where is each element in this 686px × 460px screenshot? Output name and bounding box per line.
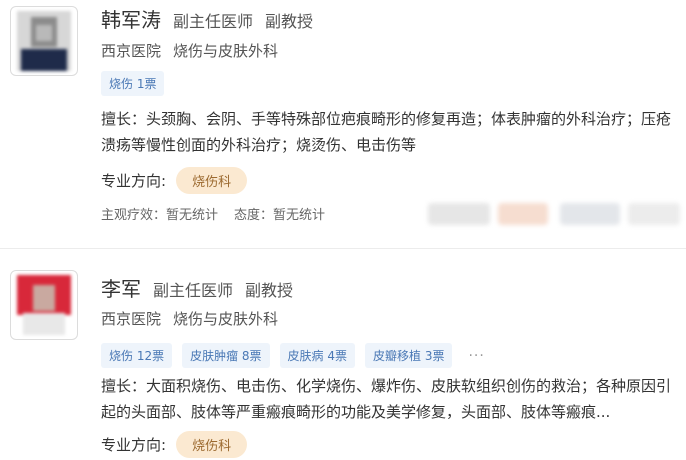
doctor-title: 副主任医师 (173, 12, 254, 31)
expertise-text: 擅长：大面积烧伤、电击伤、化学烧伤、爆炸伤、皮肤软组织创伤的救治；各种原因引起的… (101, 377, 672, 421)
avatar-photo (17, 11, 71, 71)
disease-tag[interactable]: 烧伤 1票 (101, 71, 165, 96)
doctor-card-2[interactable]: 李军 副主任医师 副教授 西京医院 烧伤与皮肤外科 烧伤 12票 皮肤肿瘤 8票 皮肤… (0, 250, 686, 460)
hospital-row: 西京医院 烧伤与皮肤外科 (101, 308, 278, 329)
vote-tags: 烧伤 1票 (101, 71, 165, 96)
disease-tag[interactable]: 皮肤肿瘤 8票 (182, 343, 270, 368)
rating-stats: 主观疗效：暂无统计 态度：暂无统计 (101, 204, 325, 223)
specialty-direction: 专业方向: 烧伤科 (101, 167, 248, 194)
doctor-card-1[interactable]: 韩军涛 副主任医师 副教授 西京医院 烧伤与皮肤外科 烧伤 1票 擅长：头颈胸、会阴、… (0, 0, 686, 236)
doctor-avatar[interactable] (10, 6, 78, 76)
doctor-rank: 副教授 (265, 12, 314, 31)
doctor-title: 副主任医师 (153, 281, 234, 300)
blurred-region-1 (428, 203, 490, 225)
disease-tag[interactable]: 烧伤 12票 (101, 343, 173, 368)
vote-tags: 烧伤 12票 皮肤肿瘤 8票 皮肤病 4票 皮瓣移植 3票 ··· (101, 343, 485, 368)
doctor-avatar[interactable] (10, 270, 78, 340)
doctor-name[interactable]: 李军 (101, 277, 141, 301)
doctor-name[interactable]: 韩军涛 (101, 8, 161, 32)
specialty-tag[interactable]: 烧伤科 (176, 431, 248, 458)
specialty-label: 专业方向: (101, 436, 167, 454)
attitude-stat: 态度：暂无统计 (234, 208, 326, 223)
more-tags-button[interactable]: ··· (468, 348, 484, 364)
doctor-name-row: 韩军涛 副主任医师 副教授 (101, 4, 313, 33)
doctor-rank: 副教授 (245, 281, 294, 300)
efficacy-stat: 主观疗效：暂无统计 (101, 208, 219, 223)
disease-tag[interactable]: 皮瓣移植 3票 (365, 343, 453, 368)
specialty-tag[interactable]: 烧伤科 (176, 167, 248, 194)
blurred-region-3 (560, 203, 620, 225)
blurred-region-2 (498, 203, 548, 225)
hospital-name[interactable]: 西京医院 (101, 310, 161, 328)
blurred-region-4 (628, 203, 680, 225)
doctor-name-row: 李军 副主任医师 副教授 (101, 273, 293, 302)
avatar-photo (17, 275, 71, 335)
hospital-name[interactable]: 西京医院 (101, 42, 161, 60)
specialty-direction: 专业方向: 烧伤科 (101, 431, 248, 458)
department-name[interactable]: 烧伤与皮肤外科 (173, 310, 278, 328)
disease-tag[interactable]: 皮肤病 4票 (279, 343, 355, 368)
specialty-label: 专业方向: (101, 172, 167, 190)
hospital-row: 西京医院 烧伤与皮肤外科 (101, 40, 278, 61)
expertise-text: 擅长：头颈胸、会阴、手等特殊部位疤痕畸形的修复再造；体表肿瘤的外科治疗；压疮溃疡… (101, 110, 672, 154)
department-name[interactable]: 烧伤与皮肤外科 (173, 42, 278, 60)
card-divider (0, 248, 686, 249)
